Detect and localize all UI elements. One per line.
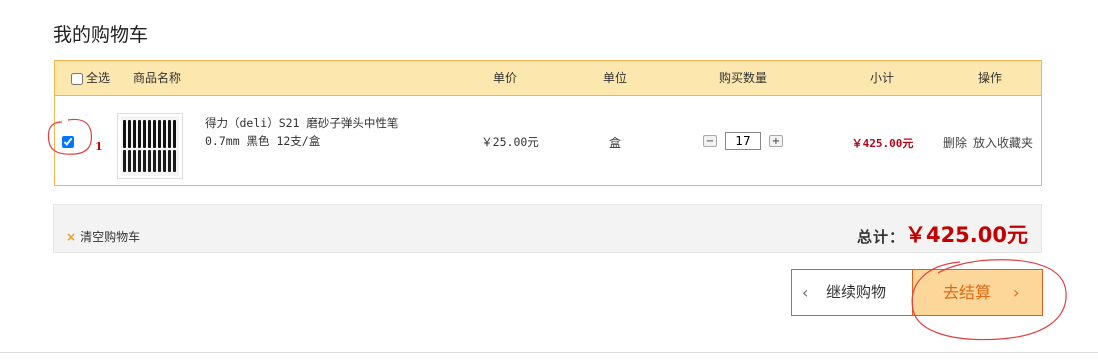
select-all-label: 全选 [86,71,111,85]
header-action: 操作 [977,71,1002,85]
bottom-divider [0,352,1098,353]
select-all[interactable]: 全选 [71,61,110,95]
header-quantity: 购买数量 [718,71,767,85]
close-icon: × [66,230,77,244]
item-index: 1 [95,140,103,153]
item-actions: 删除 放入收藏夹 [943,134,1039,151]
chevron-left-icon: ‹ [802,283,809,302]
item-checkbox[interactable] [62,136,74,148]
quantity-minus-button[interactable]: − [703,135,717,147]
checkout-label: 去结算 [943,283,992,302]
item-subtotal: ￥425.00元 [851,137,914,150]
quantity-plus-button[interactable]: + [769,135,783,147]
product-name[interactable]: 得力（deli）S21 磨砂子弹头中性笔 0.7mm 黑色 12支/盒 [205,114,398,150]
unit: 盒 [608,136,621,150]
header-name: 商品名称 [133,71,182,85]
table-row: 1 得力（deli）S21 磨砂子弹头中性笔 0.7mm 黑色 12支/盒 ￥2… [55,96,1041,186]
header-subtotal: 小计 [869,71,894,85]
delete-link[interactable]: 删除 [943,136,967,150]
total-value: ￥425.00元 [904,223,1028,247]
continue-shopping-button[interactable]: ‹ 继续购物 [791,269,913,316]
product-name-line2: 0.7mm 黑色 12支/盒 [205,134,321,148]
clear-cart-label: 清空购物车 [80,230,141,244]
header-price: 单价 [492,71,517,85]
select-all-checkbox[interactable] [71,72,83,85]
cart-total: 总计：￥425.00元 [857,219,1028,249]
pen-box-graphic [121,116,179,176]
table-header: 全选 商品名称 单价 单位 购买数量 小计 操作 [55,61,1041,96]
header-unit: 单位 [602,71,627,85]
product-image[interactable] [117,113,183,179]
checkout-button[interactable]: 去结算 › [912,269,1043,316]
continue-shopping-label: 继续购物 [826,283,887,301]
total-label: 总计： [856,228,905,246]
cart-table: 全选 商品名称 单价 单位 购买数量 小计 操作 1 得力（deli）S21 磨… [54,60,1042,186]
quantity-input[interactable] [725,132,761,150]
product-name-line1[interactable]: 得力（deli）S21 磨砂子弹头中性笔 [205,114,398,132]
cart-footer: × 清空购物车 总计：￥425.00元 [53,204,1042,253]
page-title: 我的购物车 [53,24,149,46]
unit-price: ￥25.00元 [481,135,539,149]
add-to-favorites-link[interactable]: 放入收藏夹 [973,136,1033,150]
clear-cart-link[interactable]: × 清空购物车 [66,228,140,245]
chevron-right-icon: › [1013,283,1020,302]
